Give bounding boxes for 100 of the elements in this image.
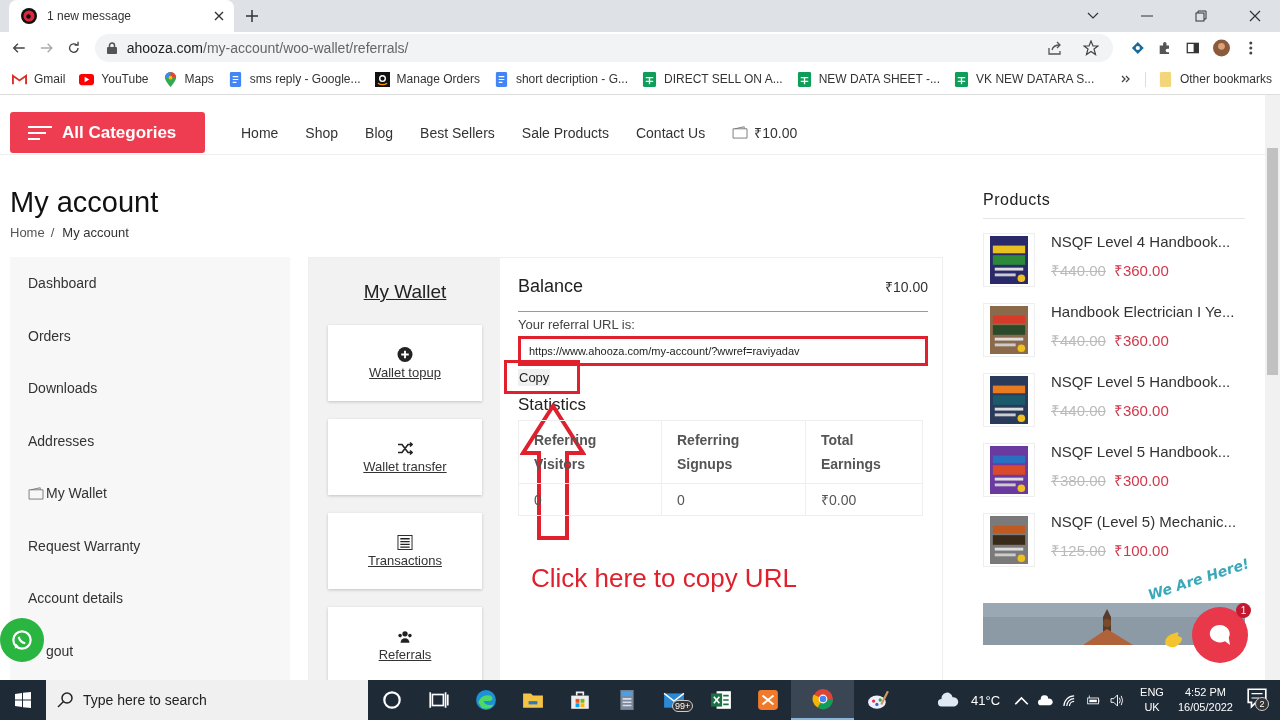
account-menu-item[interactable]: Addresses — [10, 414, 290, 467]
paint-palette-icon[interactable] — [867, 689, 889, 711]
wallet-action-card[interactable]: Wallet topup — [328, 325, 482, 401]
bookmark[interactable]: short decription - G... — [493, 71, 628, 87]
search-icon — [57, 692, 73, 708]
original-price: ₹440.00 — [1051, 331, 1106, 350]
puzzle-icon[interactable] — [1158, 40, 1172, 56]
product-name[interactable]: NSQF Level 5 Handbook... — [1051, 443, 1231, 460]
statistics-title: Statistics — [518, 395, 588, 415]
tab-title: 1 new message — [47, 9, 133, 23]
wallet-action-card[interactable]: Transactions — [328, 513, 482, 589]
bookmark[interactable]: sms reply - Google... — [227, 71, 361, 87]
account-menu-item[interactable]: Account details — [10, 572, 290, 625]
all-categories-button[interactable]: All Categories — [10, 112, 205, 153]
play-icon — [79, 71, 95, 87]
product-name[interactable]: NSQF Level 4 Handbook... — [1051, 233, 1231, 250]
sale-price: ₹300.00 — [1113, 471, 1169, 490]
nav-link[interactable]: Contact Us — [635, 124, 706, 141]
close-icon[interactable] — [1249, 10, 1261, 22]
share-icon[interactable] — [1046, 40, 1063, 56]
product-name[interactable]: NSQF Level 5 Handbook... — [1051, 373, 1231, 390]
notification-count: 2 — [1255, 697, 1269, 711]
referral-label: Your referral URL is: — [518, 317, 636, 332]
account-menu-item[interactable]: gout — [46, 624, 74, 677]
task-view-icon[interactable] — [428, 689, 450, 711]
product-name[interactable]: Handbook Electrician I Ye... — [1051, 303, 1235, 320]
store-icon — [374, 71, 390, 87]
wallet-title[interactable]: My Wallet — [363, 281, 447, 303]
bookmark[interactable]: Gmail — [12, 71, 66, 87]
whatsapp-icon — [9, 627, 35, 653]
bookmark[interactable]: YouTube — [79, 71, 149, 87]
avatar-icon[interactable] — [1213, 38, 1231, 58]
cloud-icon[interactable] — [1038, 693, 1054, 707]
account-menu-item[interactable]: Orders — [10, 309, 290, 362]
column-header: Referring Signups — [661, 420, 806, 484]
cloud-icon[interactable] — [937, 692, 960, 708]
account-menu-item[interactable]: Request Warranty — [10, 519, 290, 572]
speaker-icon[interactable] — [1110, 693, 1126, 707]
account-menu-item[interactable]: Dashboard — [10, 257, 290, 310]
whatsapp-button[interactable] — [0, 618, 44, 662]
account-menu-item[interactable]: My Wallet — [10, 467, 290, 520]
language-indicator[interactable]: ENG UK — [1140, 685, 1164, 715]
bookmark-folder[interactable]: Other bookmarks — [1144, 71, 1272, 87]
original-price: ₹380.00 — [1051, 471, 1106, 490]
temperature[interactable]: 41°C — [971, 692, 1001, 708]
wallet-icon — [732, 126, 750, 139]
new-tab-icon[interactable] — [246, 10, 258, 22]
restore-icon[interactable] — [1195, 10, 1207, 22]
spreadsheet-icon[interactable] — [710, 689, 732, 711]
shuffle-icon — [397, 440, 413, 456]
side-panel-icon[interactable] — [1185, 40, 1200, 56]
bookmark[interactable]: Maps — [162, 71, 214, 87]
table-cell: 0 — [518, 483, 662, 516]
nav-link[interactable]: Shop — [305, 124, 339, 141]
reload-icon[interactable] — [67, 40, 81, 56]
nav-link[interactable]: Sale Products — [521, 124, 609, 141]
original-price: ₹440.00 — [1051, 261, 1106, 280]
store-icon[interactable] — [569, 689, 591, 711]
nav-link[interactable]: Home — [241, 124, 279, 141]
server-app-icon[interactable] — [757, 689, 779, 711]
copy-button[interactable]: Copy — [518, 369, 551, 386]
edge-icon[interactable] — [475, 689, 497, 711]
breadcrumb-link[interactable]: Home — [10, 225, 45, 240]
search-field[interactable]: Type here to search — [46, 680, 368, 720]
bookmark[interactable]: Manage Orders — [374, 71, 480, 87]
table-cell: ₹0.00 — [805, 483, 923, 516]
referral-url-field[interactable]: https://www.ahooza.com/my-account/?wwref=raviyadav — [518, 336, 928, 366]
account-menu-item[interactable]: Downloads — [10, 362, 290, 415]
list-icon — [397, 534, 413, 550]
cart-link[interactable]: ₹10.00 — [732, 123, 798, 142]
nav-link[interactable]: Best Sellers — [420, 124, 495, 141]
notifications-icon[interactable] — [1246, 687, 1268, 709]
wallet-action-card[interactable]: Wallet transfer — [328, 419, 482, 495]
product-name[interactable]: NSQF (Level 5) Mechanic... — [1051, 513, 1237, 530]
mail-badge: 99+ — [672, 700, 694, 712]
clock[interactable]: 4:52 PM 16/05/2022 — [1177, 685, 1233, 715]
browser-taskbar-button[interactable] — [791, 680, 854, 720]
lock-icon — [106, 42, 117, 54]
address-bar[interactable]: ahooza.com/my-account/woo-wallet/referrals/ — [94, 34, 1113, 62]
browser-tab[interactable]: 1 new message — [9, 0, 234, 32]
wallet-action-card[interactable]: Referrals — [328, 607, 482, 680]
scrollbar[interactable] — [1265, 95, 1280, 680]
battery-icon[interactable] — [1086, 693, 1102, 707]
nav-link[interactable]: Blog — [365, 124, 394, 141]
mail-icon — [12, 71, 27, 87]
start-icon[interactable] — [15, 692, 31, 708]
spreadsheet-icon — [641, 71, 657, 87]
balance-label: Balance — [518, 276, 584, 297]
chevron-icon[interactable] — [1120, 75, 1131, 83]
bookmark[interactable]: DIRECT SELL ON A... — [641, 71, 783, 87]
table-cell: 0 — [661, 483, 806, 516]
extension-icon[interactable] — [1130, 40, 1145, 56]
close-icon[interactable] — [214, 11, 224, 21]
bookmark[interactable]: VK NEW DATARA S... — [954, 71, 1095, 87]
back-icon[interactable] — [12, 40, 26, 56]
chat-button[interactable] — [1192, 607, 1248, 663]
folder-icon — [1157, 71, 1173, 87]
bookmark[interactable]: NEW DATA SHEET -... — [796, 71, 941, 87]
cortana-icon[interactable] — [381, 689, 403, 711]
star-icon[interactable] — [1082, 40, 1099, 56]
